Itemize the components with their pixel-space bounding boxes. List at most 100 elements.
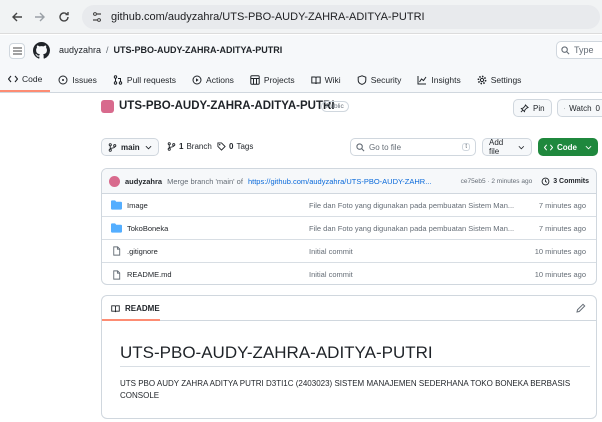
go-to-file-input[interactable]: Go to file t [350, 138, 476, 156]
branch-count-label: Branch [186, 142, 212, 151]
tags-link[interactable]: 0 Tags [217, 142, 253, 151]
table-row[interactable]: TokoBoneka File dan Foto yang digunakan … [102, 217, 596, 240]
search-icon [561, 45, 570, 54]
code-button[interactable]: Code [538, 138, 598, 156]
branches-link[interactable]: 1 Branch [167, 142, 212, 151]
address-bar[interactable]: github.com/audyzahra/UTS-PBO-AUDY-ZAHRA-… [82, 5, 600, 29]
github-header: audyzahra / UTS-PBO-AUDY-ZAHRA-ADITYA-PU… [0, 35, 602, 93]
pull-request-icon [113, 75, 123, 85]
add-file-label: Add file [489, 138, 504, 156]
projects-icon [250, 75, 260, 85]
readme-heading: UTS-PBO-AUDY-ZAHRA-ADITYA-PUTRI [120, 343, 433, 362]
branch-icon [108, 142, 117, 152]
add-file-button[interactable]: Add file [482, 138, 532, 156]
file-date: 10 minutes ago [534, 270, 586, 279]
wiki-icon [310, 76, 321, 85]
file-name[interactable]: .gitignore [127, 247, 307, 256]
table-row[interactable]: README.md Initial commit 10 minutes ago [102, 263, 596, 284]
browser-toolbar: github.com/audyzahra/UTS-PBO-AUDY-ZAHRA-… [0, 0, 602, 34]
table-row[interactable]: .gitignore Initial commit 10 minutes ago [102, 240, 596, 263]
commit-message-link[interactable]: https://github.com/audyzahra/UTS-PBO-AUD… [248, 177, 432, 186]
breadcrumb: audyzahra / UTS-PBO-AUDY-ZAHRA-ADITYA-PU… [59, 45, 282, 55]
shield-icon [357, 75, 367, 85]
pin-button[interactable]: Pin [513, 99, 552, 117]
code-icon [544, 143, 553, 151]
issue-icon [58, 75, 68, 85]
tab-pull-requests[interactable]: Pull requests [105, 68, 184, 92]
actions-icon [192, 75, 202, 85]
file-commit-message[interactable]: Initial commit [309, 247, 353, 256]
file-list: audyzahra Merge branch 'main' of https:/… [101, 168, 597, 285]
file-commit-message[interactable]: File dan Foto yang digunakan pada pembua… [309, 201, 514, 210]
file-icon [113, 269, 121, 280]
avatar[interactable] [109, 175, 120, 187]
readme-panel: README UTS-PBO-AUDY-ZAHRA-ADITYA-PUTRI U… [101, 295, 597, 419]
forward-button[interactable] [31, 8, 49, 26]
code-icon [8, 75, 18, 83]
pin-label: Pin [533, 103, 545, 113]
breadcrumb-owner[interactable]: audyzahra [59, 45, 101, 55]
tab-label: Settings [490, 75, 522, 85]
commit-author[interactable]: audyzahra [125, 177, 162, 186]
tab-security[interactable]: Security [349, 68, 410, 92]
owner-avatar[interactable] [101, 100, 114, 113]
tab-projects[interactable]: Projects [242, 68, 303, 92]
reload-icon [59, 12, 69, 22]
global-search-input[interactable]: Type [556, 41, 602, 59]
tab-code[interactable]: Code [0, 68, 51, 92]
tab-issues[interactable]: Issues [50, 68, 105, 92]
file-commit-message[interactable]: Initial commit [309, 270, 353, 279]
branch-count: 1 [179, 142, 184, 151]
branch-selector[interactable]: main [101, 138, 159, 156]
chevron-down-icon [585, 145, 592, 149]
breadcrumb-separator: / [106, 45, 109, 55]
tab-actions[interactable]: Actions [184, 68, 242, 92]
file-date: 7 minutes ago [538, 200, 586, 210]
file-name[interactable]: Image [127, 201, 307, 210]
history-icon [541, 177, 550, 185]
watch-count: 0 [595, 103, 600, 113]
github-logo-icon[interactable] [33, 42, 50, 59]
commit-message[interactable]: Merge branch 'main' of [167, 177, 243, 186]
commit-hash-time[interactable]: ce75eb5 · 2 minutes ago [461, 178, 533, 185]
tab-label: Code [22, 74, 43, 84]
tab-insights[interactable]: Insights [409, 68, 468, 92]
repo-tabs: Code Issues Pull requests Actions Projec… [0, 68, 529, 93]
active-tab-indicator [102, 319, 160, 321]
code-button-label: Code [557, 142, 577, 152]
pencil-icon[interactable] [576, 303, 586, 313]
back-button[interactable] [8, 8, 26, 26]
book-icon [111, 304, 120, 312]
tab-settings[interactable]: Settings [469, 68, 530, 92]
table-row[interactable]: Image File dan Foto yang digunakan pada … [102, 194, 596, 217]
search-placeholder: Type [574, 45, 594, 55]
tag-icon [217, 142, 226, 151]
file-commit-message[interactable]: File dan Foto yang digunakan pada pembua… [309, 224, 514, 233]
pin-icon [520, 103, 529, 113]
watch-button[interactable]: Watch 0 [557, 99, 602, 117]
folder-icon [111, 200, 122, 210]
url-text: github.com/audyzahra/UTS-PBO-AUDY-ZAHRA-… [111, 11, 425, 23]
watch-label: Watch [569, 103, 592, 113]
folder-icon [111, 223, 122, 233]
eye-icon [564, 107, 566, 109]
visibility-badge: Public [321, 101, 349, 112]
tab-label: Issues [72, 75, 97, 85]
branch-name: main [121, 142, 140, 152]
hamburger-icon [12, 47, 22, 55]
commits-link[interactable]: 3 Commits [541, 177, 589, 186]
readme-tab[interactable]: README [102, 296, 596, 321]
site-info-icon[interactable] [90, 10, 104, 24]
tab-label: Insights [431, 75, 461, 85]
chevron-down-icon [145, 145, 152, 149]
reload-button[interactable] [55, 8, 73, 26]
tab-label: Pull requests [126, 75, 177, 85]
file-date: 7 minutes ago [538, 223, 586, 233]
file-name[interactable]: TokoBoneka [127, 224, 307, 233]
arrow-left-icon [12, 12, 22, 22]
branch-icon [167, 142, 176, 151]
file-name[interactable]: README.md [127, 270, 307, 279]
tab-wiki[interactable]: Wiki [303, 68, 349, 92]
menu-button[interactable] [9, 43, 25, 59]
breadcrumb-repo[interactable]: UTS-PBO-AUDY-ZAHRA-ADITYA-PUTRI [114, 45, 283, 55]
